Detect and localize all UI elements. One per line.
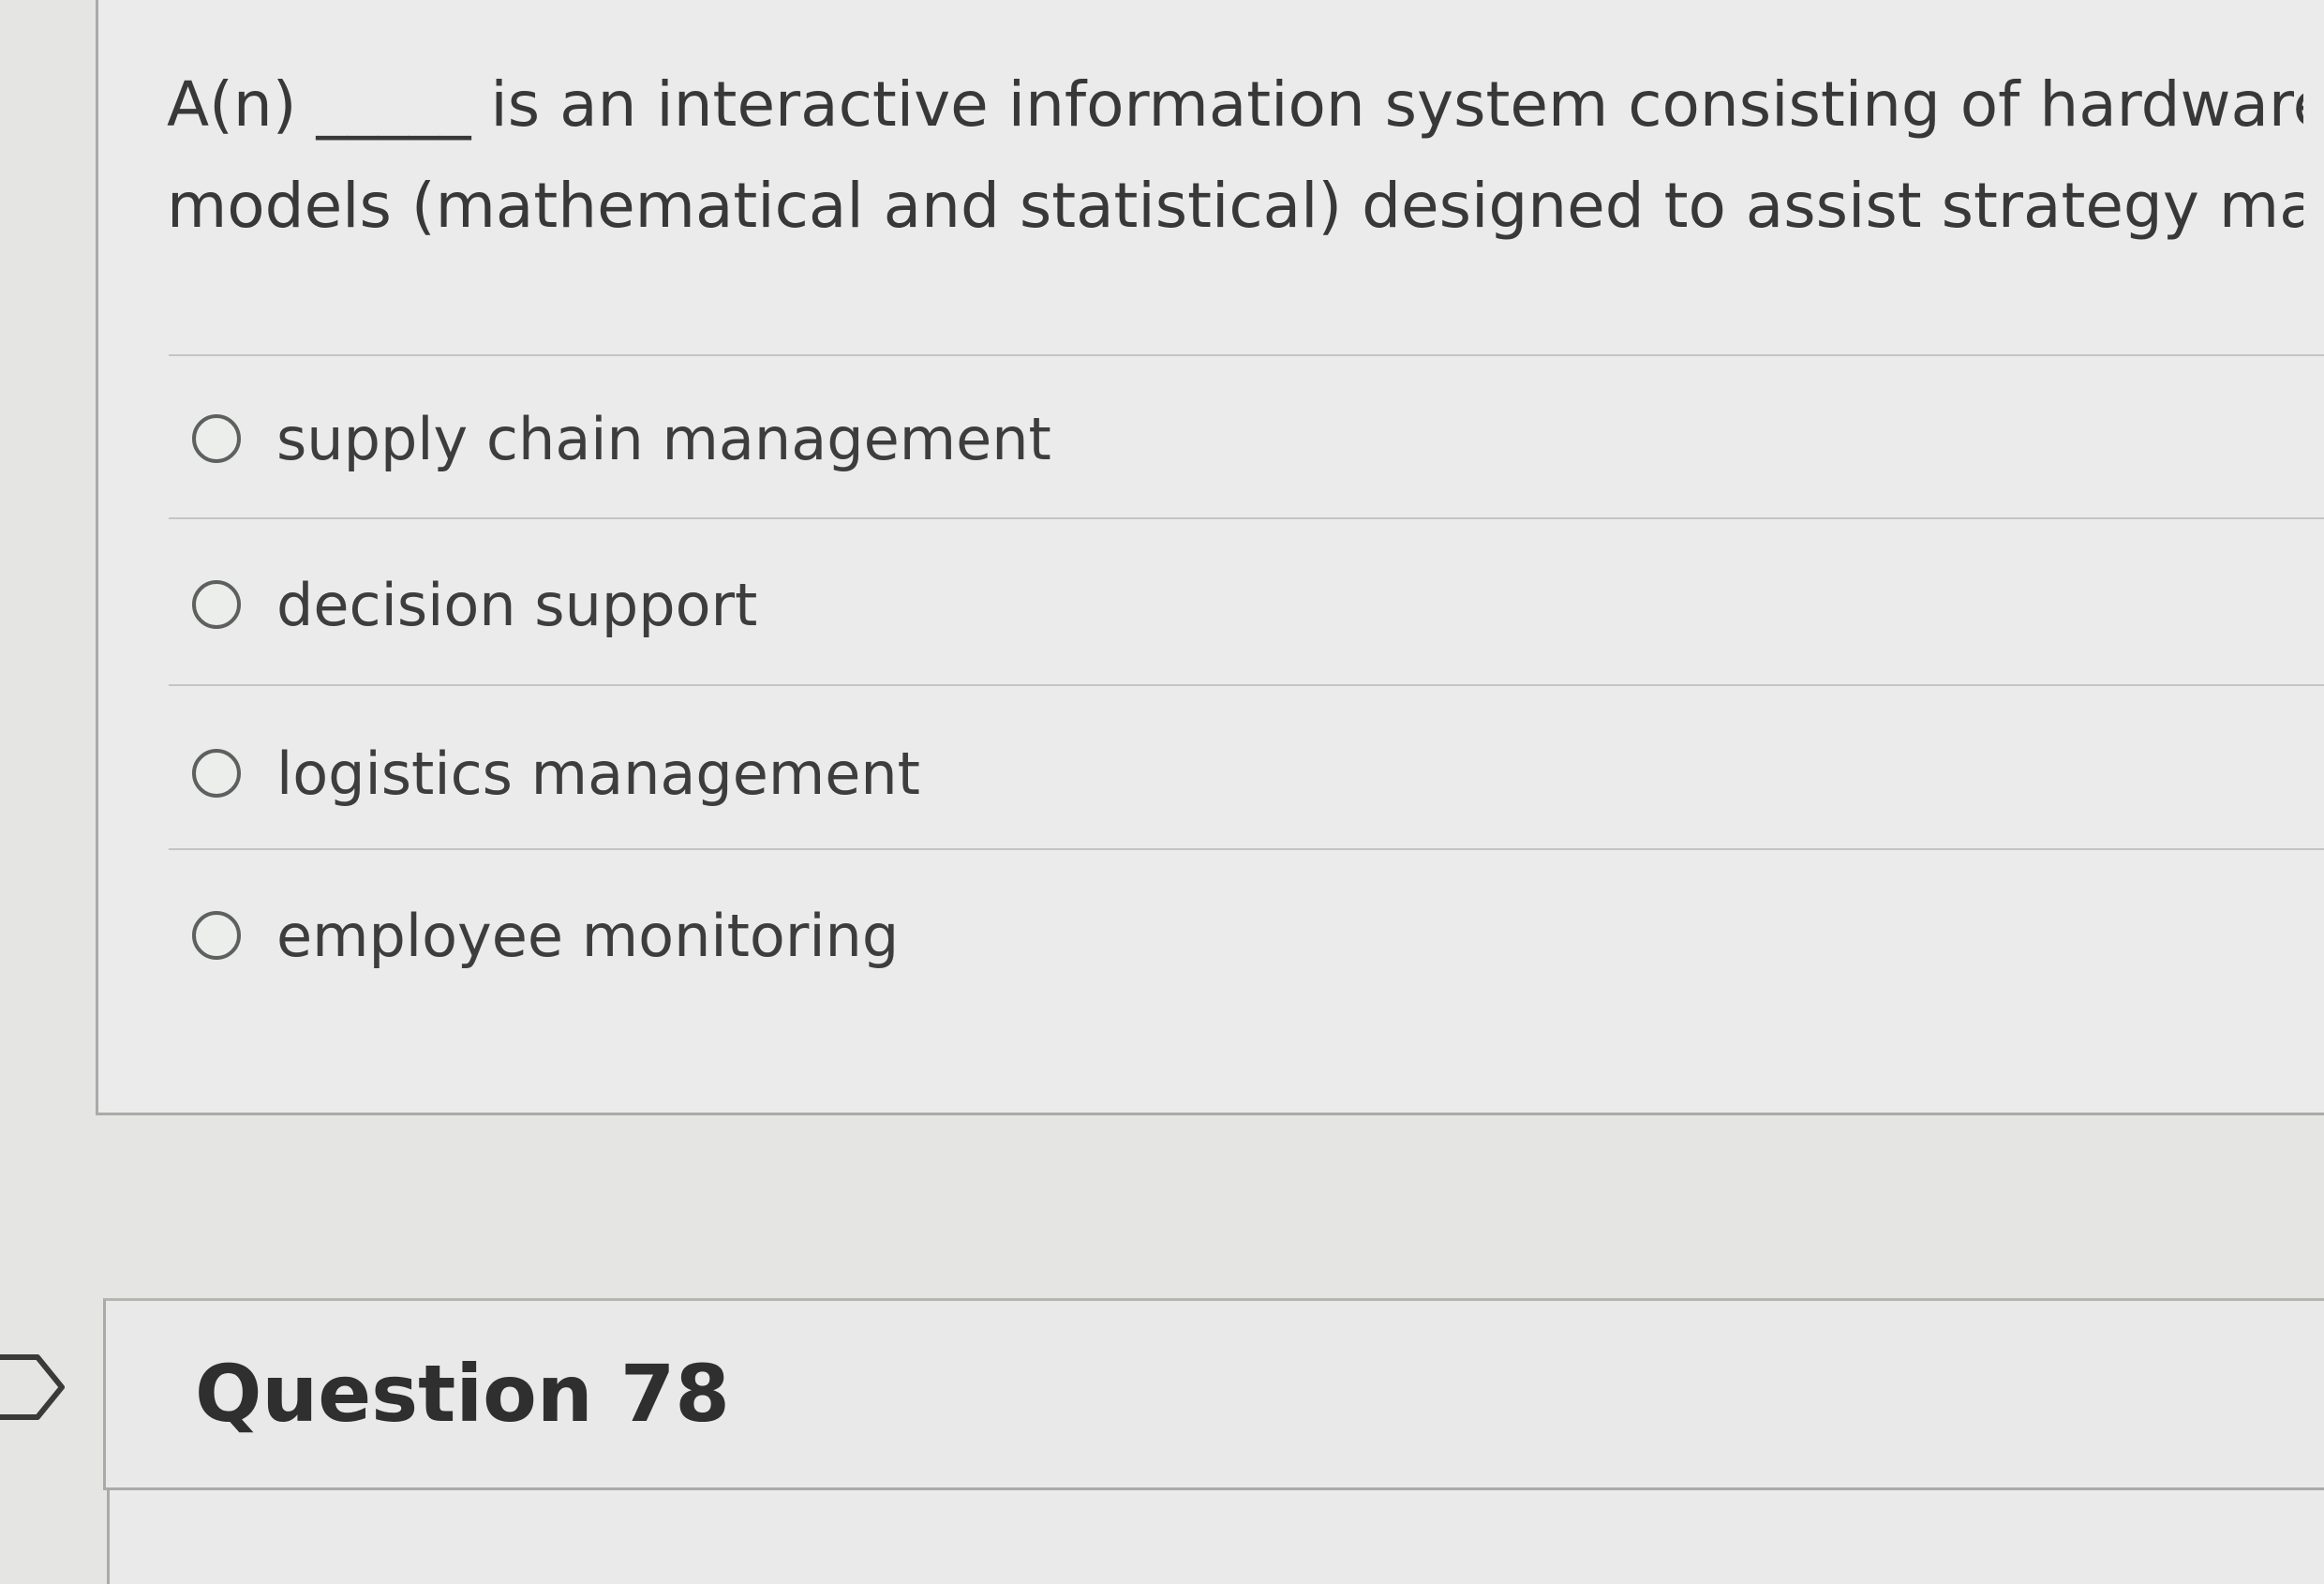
question-text-line-1: A(n) _____ is an interactive information… <box>167 68 2303 141</box>
option-label: supply chain management <box>276 404 1051 473</box>
radio-button[interactable] <box>192 580 241 629</box>
question-header: Question 78 <box>103 1298 2324 1490</box>
question-text-line-2: models (mathematical and statistical) de… <box>167 170 2303 242</box>
question-text: A(n) _____ is an interactive information… <box>167 54 2303 251</box>
options-divider <box>169 848 2324 850</box>
flag-outline-icon[interactable] <box>0 1350 67 1425</box>
next-question-card <box>107 1490 2324 1584</box>
options-divider <box>169 517 2324 519</box>
option-supply-chain-management[interactable]: supply chain management <box>192 392 1051 486</box>
option-label: logistics management <box>276 739 920 808</box>
option-label: decision support <box>276 570 758 639</box>
radio-button[interactable] <box>192 911 241 960</box>
options-divider <box>169 354 2324 356</box>
question-number: Question 78 <box>195 1348 730 1440</box>
options-divider <box>169 684 2324 686</box>
option-label: employee monitoring <box>276 901 900 970</box>
radio-button[interactable] <box>192 749 241 798</box>
radio-button[interactable] <box>192 414 241 463</box>
option-logistics-management[interactable]: logistics management <box>192 726 920 820</box>
option-decision-support[interactable]: decision support <box>192 558 757 651</box>
option-employee-monitoring[interactable]: employee monitoring <box>192 889 899 982</box>
